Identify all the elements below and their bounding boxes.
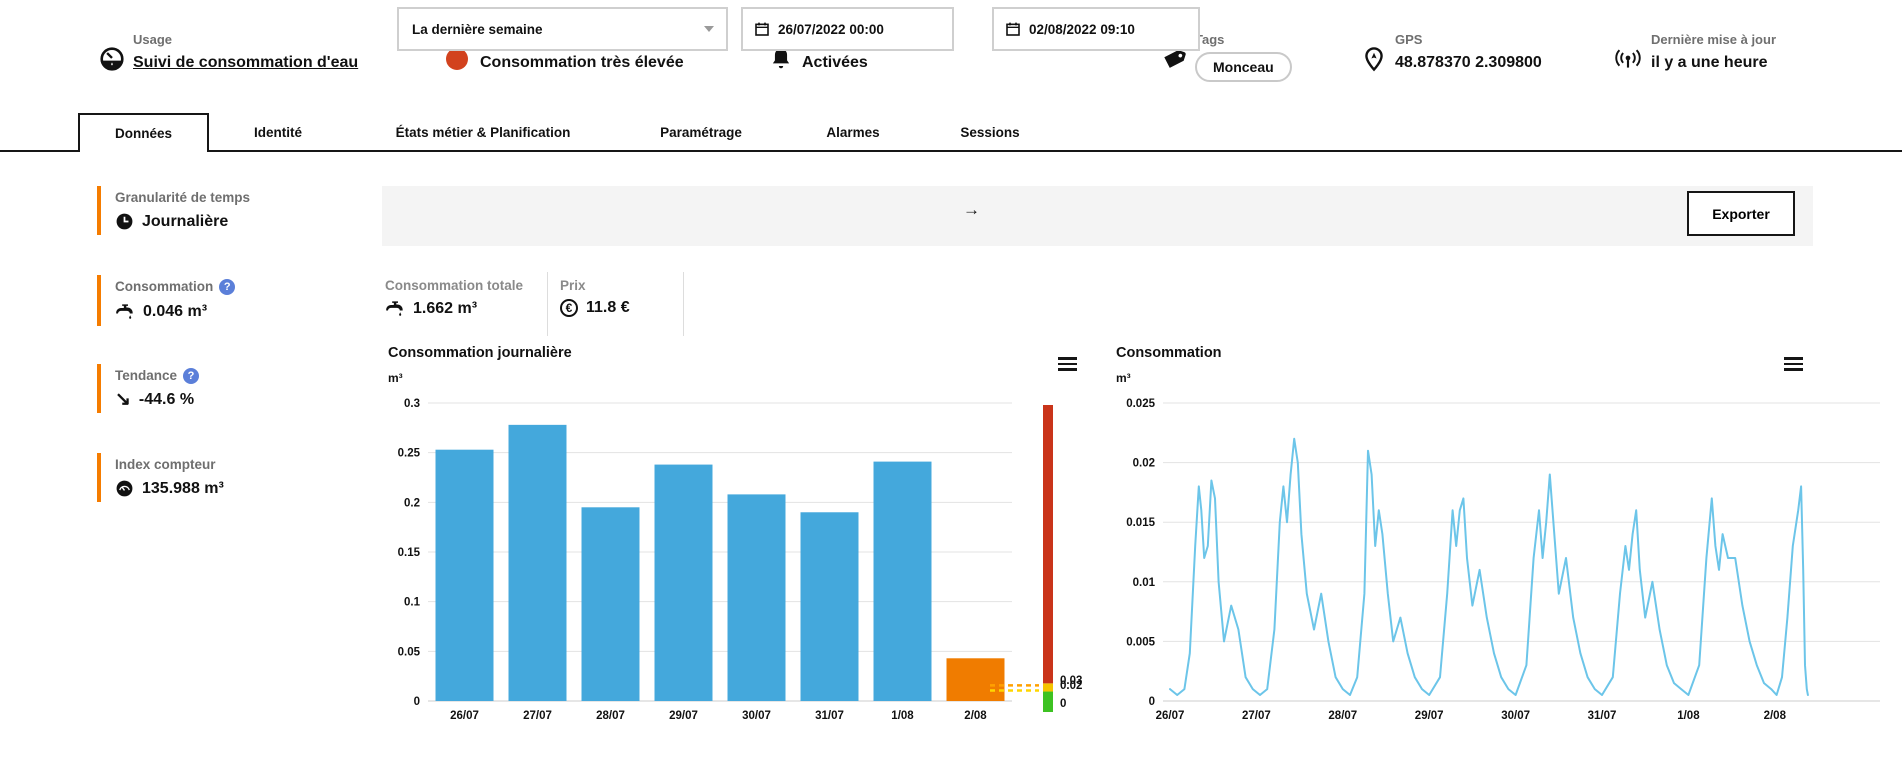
svg-text:30/07: 30/07 — [1501, 710, 1530, 722]
tab-donnees[interactable]: Données — [78, 113, 209, 152]
help-icon[interactable]: ? — [183, 368, 199, 384]
svg-text:28/07: 28/07 — [1328, 710, 1357, 722]
meter-index-label: Index compteur — [115, 457, 327, 472]
filter-bar — [382, 186, 1813, 246]
water-meter-icon — [99, 46, 125, 72]
svg-text:0.15: 0.15 — [398, 547, 421, 559]
svg-text:0.3: 0.3 — [404, 398, 420, 410]
svg-text:0.02: 0.02 — [1133, 458, 1155, 470]
consumption-line-chart: 0 0.005 0.01 0.015 0.02 0.025 26/07 27/07 28/07 2… — [1100, 395, 1902, 740]
date-from-input[interactable]: 26/07/2022 00:00 — [741, 7, 954, 51]
granularity-label: Granularité de temps — [115, 190, 327, 205]
svg-text:1/08: 1/08 — [1677, 710, 1700, 722]
tab-etats-planification[interactable]: États métier & Planification — [347, 113, 619, 152]
daily-consumption-bar-chart: 0 0.05 0.1 0.15 0.2 0.25 0.3 26/07 27/07 28/07 29/… — [380, 395, 1120, 740]
last-update-label: Dernière mise à jour — [1651, 32, 1776, 47]
svg-text:0.01: 0.01 — [1133, 577, 1156, 589]
svg-text:31/07: 31/07 — [815, 710, 844, 722]
trend-label: Tendance? — [115, 368, 327, 384]
price-stat: Prix € 11.8 € — [560, 278, 630, 317]
last-update-value: il y a une heure — [1651, 54, 1767, 72]
tab-alarmes[interactable]: Alarmes — [783, 113, 923, 152]
tab-identite[interactable]: Identité — [209, 113, 347, 152]
alarms-value: Activées — [802, 54, 868, 72]
sidebar-item-consumption: Consommation? 0.046 m³ — [97, 275, 327, 326]
sidebar-item-meter-index: Index compteur 135.988 m³ — [97, 453, 327, 502]
svg-text:30/07: 30/07 — [742, 710, 771, 722]
stats-divider — [683, 272, 684, 336]
calendar-icon — [754, 21, 770, 37]
meter-index-value: 135.988 m³ — [142, 480, 224, 498]
total-consumption-stat: Consommation totale 1.662 m³ — [385, 278, 523, 319]
bar-chart-title: Consommation journalière — [388, 345, 572, 361]
antenna-signal-icon — [1613, 46, 1643, 72]
period-select[interactable]: La dernière semaine — [397, 7, 728, 51]
svg-text:26/07: 26/07 — [450, 710, 479, 722]
svg-text:28/07: 28/07 — [596, 710, 625, 722]
svg-text:2/08: 2/08 — [964, 710, 987, 722]
svg-text:0.005: 0.005 — [1126, 636, 1155, 648]
svg-text:0: 0 — [414, 696, 420, 708]
faucet-icon — [385, 299, 405, 319]
sidebar-item-trend: Tendance? ↘ -44.6 % — [97, 364, 327, 413]
gps-value: 48.878370 2.309800 — [1395, 54, 1542, 72]
price-value: 11.8 € — [586, 299, 630, 317]
svg-text:0.1: 0.1 — [404, 597, 421, 609]
total-consumption-label: Consommation totale — [385, 278, 523, 293]
line-chart-title: Consommation — [1116, 345, 1222, 361]
svg-text:0.015: 0.015 — [1126, 517, 1155, 529]
svg-text:0: 0 — [1060, 698, 1066, 710]
tab-sessions[interactable]: Sessions — [923, 113, 1057, 152]
svg-text:0.05: 0.05 — [398, 646, 421, 658]
tab-parametrage[interactable]: Paramétrage — [619, 113, 783, 152]
consumption-value: 0.046 m³ — [143, 303, 207, 321]
line-chart-menu-icon[interactable] — [1784, 357, 1803, 371]
date-to-value: 02/08/2022 09:10 — [1029, 22, 1135, 37]
consumption-label: Consommation? — [115, 279, 327, 295]
trend-down-icon: ↘ — [115, 392, 131, 408]
svg-text:27/07: 27/07 — [523, 710, 552, 722]
arrow-right-icon: → — [963, 200, 980, 220]
svg-text:0.25: 0.25 — [398, 448, 421, 460]
chevron-down-icon — [704, 26, 714, 32]
svg-text:0.2: 0.2 — [404, 497, 420, 509]
export-button[interactable]: Exporter — [1687, 191, 1795, 236]
svg-text:29/07: 29/07 — [669, 710, 698, 722]
bar-chart-menu-icon[interactable] — [1058, 357, 1077, 371]
euro-icon: € — [560, 299, 578, 317]
svg-text:29/07: 29/07 — [1415, 710, 1444, 722]
sidebar-item-granularity: Granularité de temps Journalière — [97, 186, 327, 235]
stats-divider — [547, 272, 548, 336]
date-to-input[interactable]: 02/08/2022 09:10 — [992, 7, 1200, 51]
total-consumption-value: 1.662 m³ — [413, 300, 477, 318]
svg-text:26/07: 26/07 — [1156, 710, 1185, 722]
faucet-icon — [115, 302, 135, 322]
state-dot-icon — [446, 48, 468, 70]
svg-text:2/08: 2/08 — [1764, 710, 1787, 722]
tag-chip[interactable]: Monceau — [1195, 52, 1292, 82]
line-chart-unit: m³ — [1116, 371, 1131, 385]
calendar-icon — [1005, 21, 1021, 37]
date-from-value: 26/07/2022 00:00 — [778, 22, 884, 37]
usage-link[interactable]: Suivi de consommation d'eau — [133, 54, 358, 72]
map-pin-icon — [1361, 46, 1387, 72]
price-label: Prix — [560, 278, 630, 293]
state-value: Consommation très élevée — [480, 54, 684, 72]
svg-text:0.025: 0.025 — [1126, 398, 1155, 410]
gps-label: GPS — [1395, 32, 1422, 47]
svg-text:1/08: 1/08 — [891, 710, 914, 722]
svg-text:27/07: 27/07 — [1242, 710, 1271, 722]
clock-icon — [115, 212, 134, 231]
trend-value: -44.6 % — [139, 391, 194, 409]
usage-label: Usage — [133, 32, 172, 47]
meter-icon — [115, 479, 134, 498]
granularity-value: Journalière — [142, 213, 228, 231]
help-icon[interactable]: ? — [219, 279, 235, 295]
period-select-value: La dernière semaine — [412, 22, 543, 37]
bar-chart-unit: m³ — [388, 371, 403, 385]
svg-text:31/07: 31/07 — [1588, 710, 1617, 722]
svg-text:0: 0 — [1149, 696, 1155, 708]
svg-text:0.02: 0.02 — [1060, 680, 1082, 692]
